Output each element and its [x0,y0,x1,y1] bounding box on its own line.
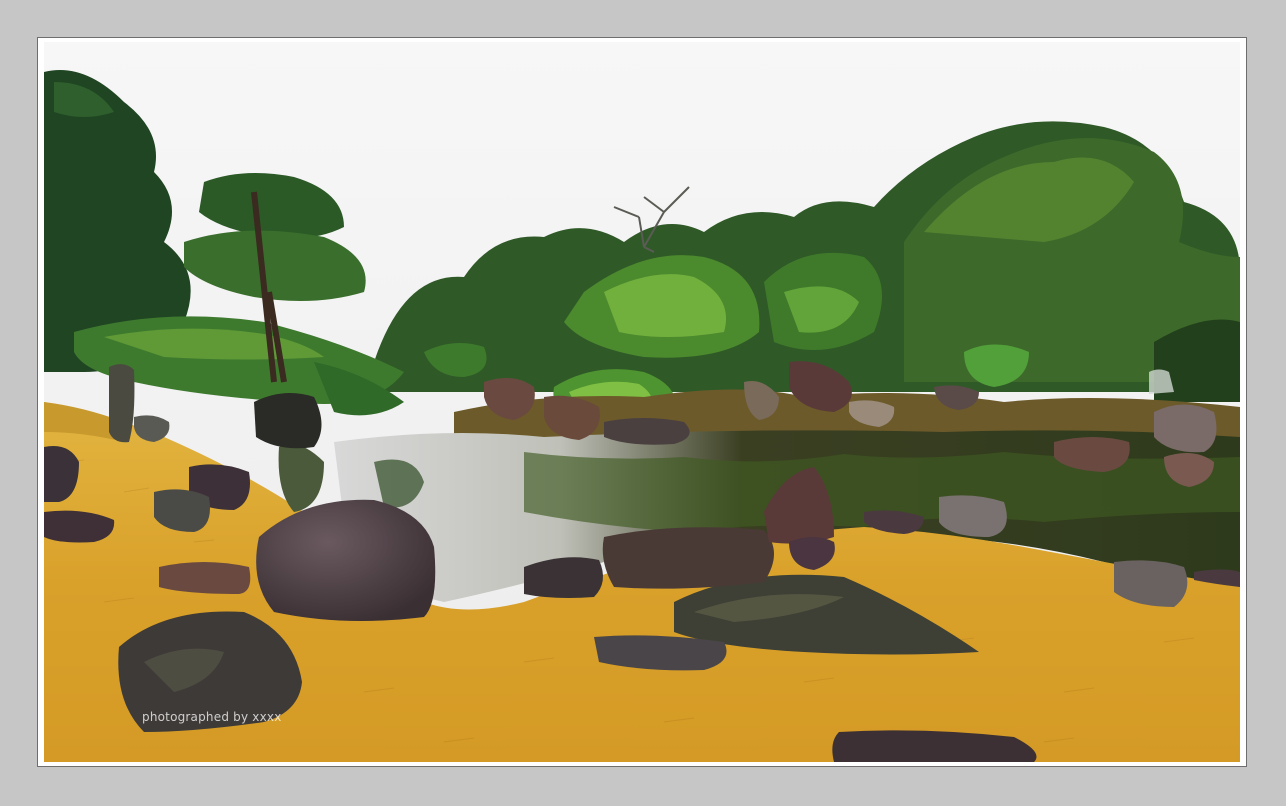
rock-pond-edge [602,527,774,589]
photo-frame: photographed by xxxx [37,37,1247,767]
photo-watermark: photographed by xxxx [142,710,282,724]
garden-photo: photographed by xxxx [44,42,1240,762]
